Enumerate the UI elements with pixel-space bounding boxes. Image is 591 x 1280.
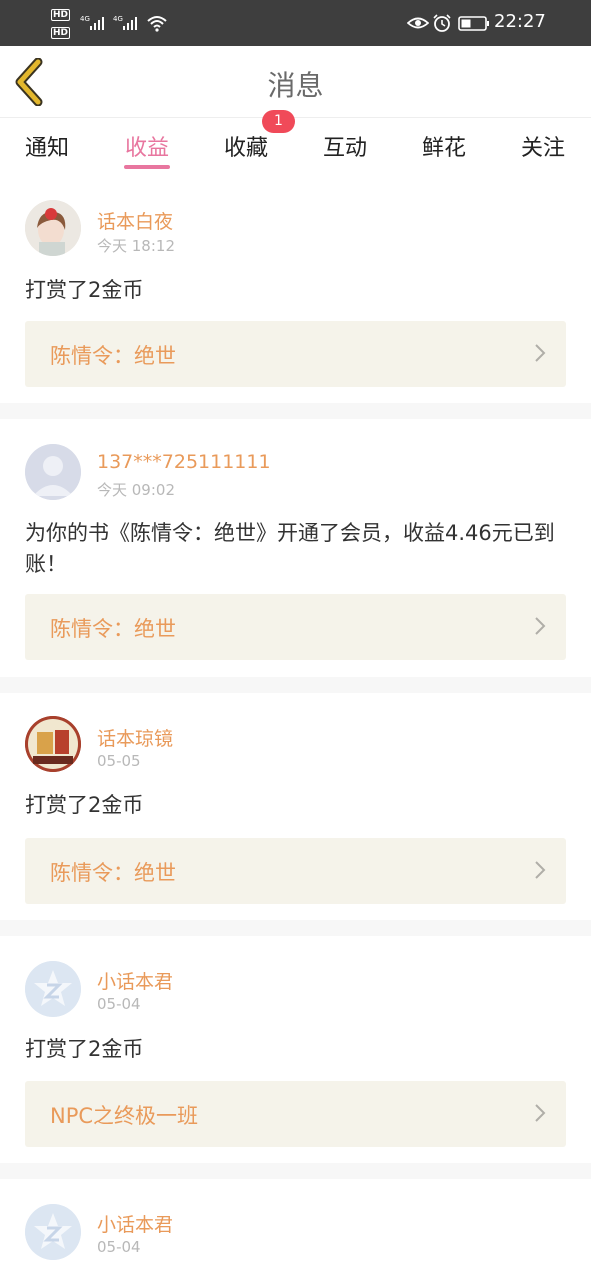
page-title: 消息 [267,69,324,102]
sender-name[interactable]: 小话本君 [97,1210,173,1237]
sender-name[interactable]: 话本白夜 [97,207,173,234]
message-card: 小话本君 05-04 [0,1179,591,1280]
book-link[interactable]: 陈情令：绝世 [25,838,566,904]
message-time: 今天 09:02 [97,481,175,499]
message-time: 今天 18:12 [97,237,175,255]
card-divider [0,403,591,419]
book-title: 陈情令：绝世 [50,344,176,368]
sender-name[interactable]: 小话本君 [97,967,173,994]
battery-icon [458,16,489,31]
book-link[interactable]: 陈情令：绝世 [25,321,566,387]
tab-follow[interactable]: 关注 [508,130,578,162]
sender-name[interactable]: 话本琼镜 [97,724,173,751]
status-bar: HD HD 4G 4G 22:27 [0,0,591,46]
card-divider [0,920,591,936]
hd-icon-2: HD [51,27,71,39]
message-text: 为你的书《陈情令：绝世》开通了会员，收益4.46元已到账！ [25,521,555,576]
tab-notifications[interactable]: 通知 [12,130,82,162]
avatar[interactable] [25,961,81,1017]
tab-interactions[interactable]: 互动 [310,130,380,162]
avatar[interactable] [25,200,81,256]
clock-time: 22:27 [494,11,546,32]
message-card: 137***725111111 今天 09:02 为你的书《陈情令：绝世》开通了… [0,419,591,677]
message-time: 05-05 [97,752,141,770]
card-divider [0,1163,591,1179]
signal-icon-2: 4G [113,15,137,30]
tab-earnings[interactable]: 收益 [112,130,182,162]
message-card: 小话本君 05-04 打赏了2金币 NPC之终极一班 [0,936,591,1163]
tab-bar: 通知 收益 收藏 互动 鲜花 关注 [0,118,591,178]
book-title: NPC之终极一班 [50,1104,199,1128]
alarm-icon [433,14,451,32]
card-divider [0,677,591,693]
active-tab-indicator [124,165,170,169]
avatar[interactable] [25,1204,81,1260]
header: 消息 [0,46,591,118]
chevron-right-icon [535,1104,546,1122]
favorites-badge: 1 [262,110,295,133]
message-text: 打赏了2金币 [25,278,144,302]
chevron-right-icon [535,344,546,362]
svg-text:4G: 4G [80,15,90,23]
avatar[interactable] [25,716,81,772]
message-card: 话本琼镜 05-05 打赏了2金币 陈情令：绝世 [0,693,591,920]
signal-icon-1: 4G [80,15,104,30]
message-text: 打赏了2金币 [25,793,144,817]
book-link[interactable]: NPC之终极一班 [25,1081,566,1147]
avatar[interactable] [25,444,81,500]
tab-flowers[interactable]: 鲜花 [409,130,479,162]
book-title: 陈情令：绝世 [50,861,176,885]
chevron-right-icon [535,617,546,635]
tab-favorites[interactable]: 收藏 [211,130,281,162]
message-time: 05-04 [97,995,141,1013]
message-text: 打赏了2金币 [25,1037,144,1061]
hd-icon-1: HD [51,9,71,21]
sender-name[interactable]: 137***725111111 [97,451,271,473]
book-link[interactable]: 陈情令：绝世 [25,594,566,660]
message-card: 话本白夜 今天 18:12 打赏了2金币 陈情令：绝世 [0,178,591,403]
wifi-icon [147,16,167,32]
message-time: 05-04 [97,1238,141,1256]
book-title: 陈情令：绝世 [50,617,176,641]
svg-text:4G: 4G [113,15,123,23]
eye-icon [407,17,429,29]
chevron-right-icon [535,861,546,879]
